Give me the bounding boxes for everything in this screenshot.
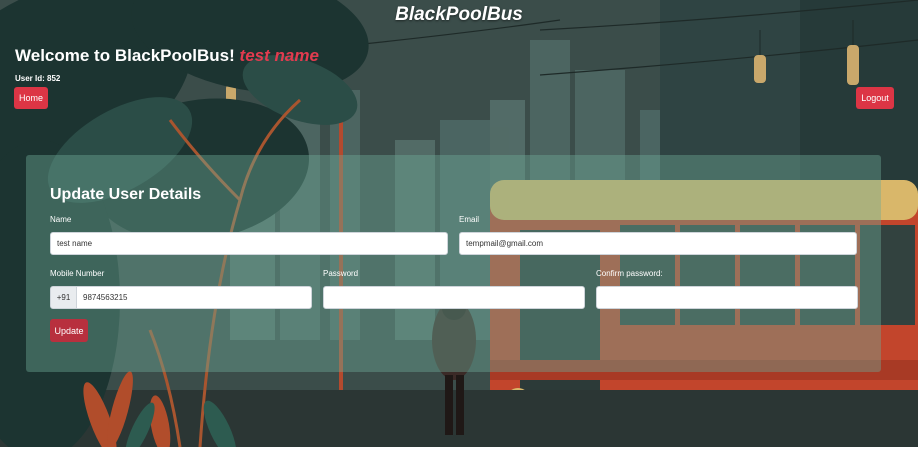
mobile-field[interactable]	[76, 286, 312, 309]
mobile-label: Mobile Number	[50, 269, 105, 278]
name-field[interactable]	[50, 232, 448, 255]
update-button[interactable]: Update	[50, 319, 88, 342]
user-id-text: User Id: 852	[15, 74, 61, 83]
name-label: Name	[50, 215, 72, 224]
password-label: Password	[323, 269, 359, 278]
confirm-password-field[interactable]	[596, 286, 858, 309]
email-field[interactable]	[459, 232, 857, 255]
home-button[interactable]: Home	[14, 87, 48, 109]
page-bottom-area	[0, 447, 918, 463]
welcome-text: Welcome to BlackPoolBus!	[15, 46, 235, 65]
welcome-heading: Welcome to BlackPoolBus! test name	[15, 46, 319, 66]
form-title: Update User Details	[50, 186, 202, 203]
country-code-prefix: +91	[50, 286, 77, 309]
confirm-password-label: Confirm password:	[596, 269, 663, 278]
welcome-username: test name	[239, 46, 319, 65]
brand-title: BlackPoolBus	[395, 4, 523, 25]
password-field[interactable]	[323, 286, 585, 309]
email-label: Email	[459, 215, 480, 224]
logout-button[interactable]: Logout	[856, 87, 894, 109]
